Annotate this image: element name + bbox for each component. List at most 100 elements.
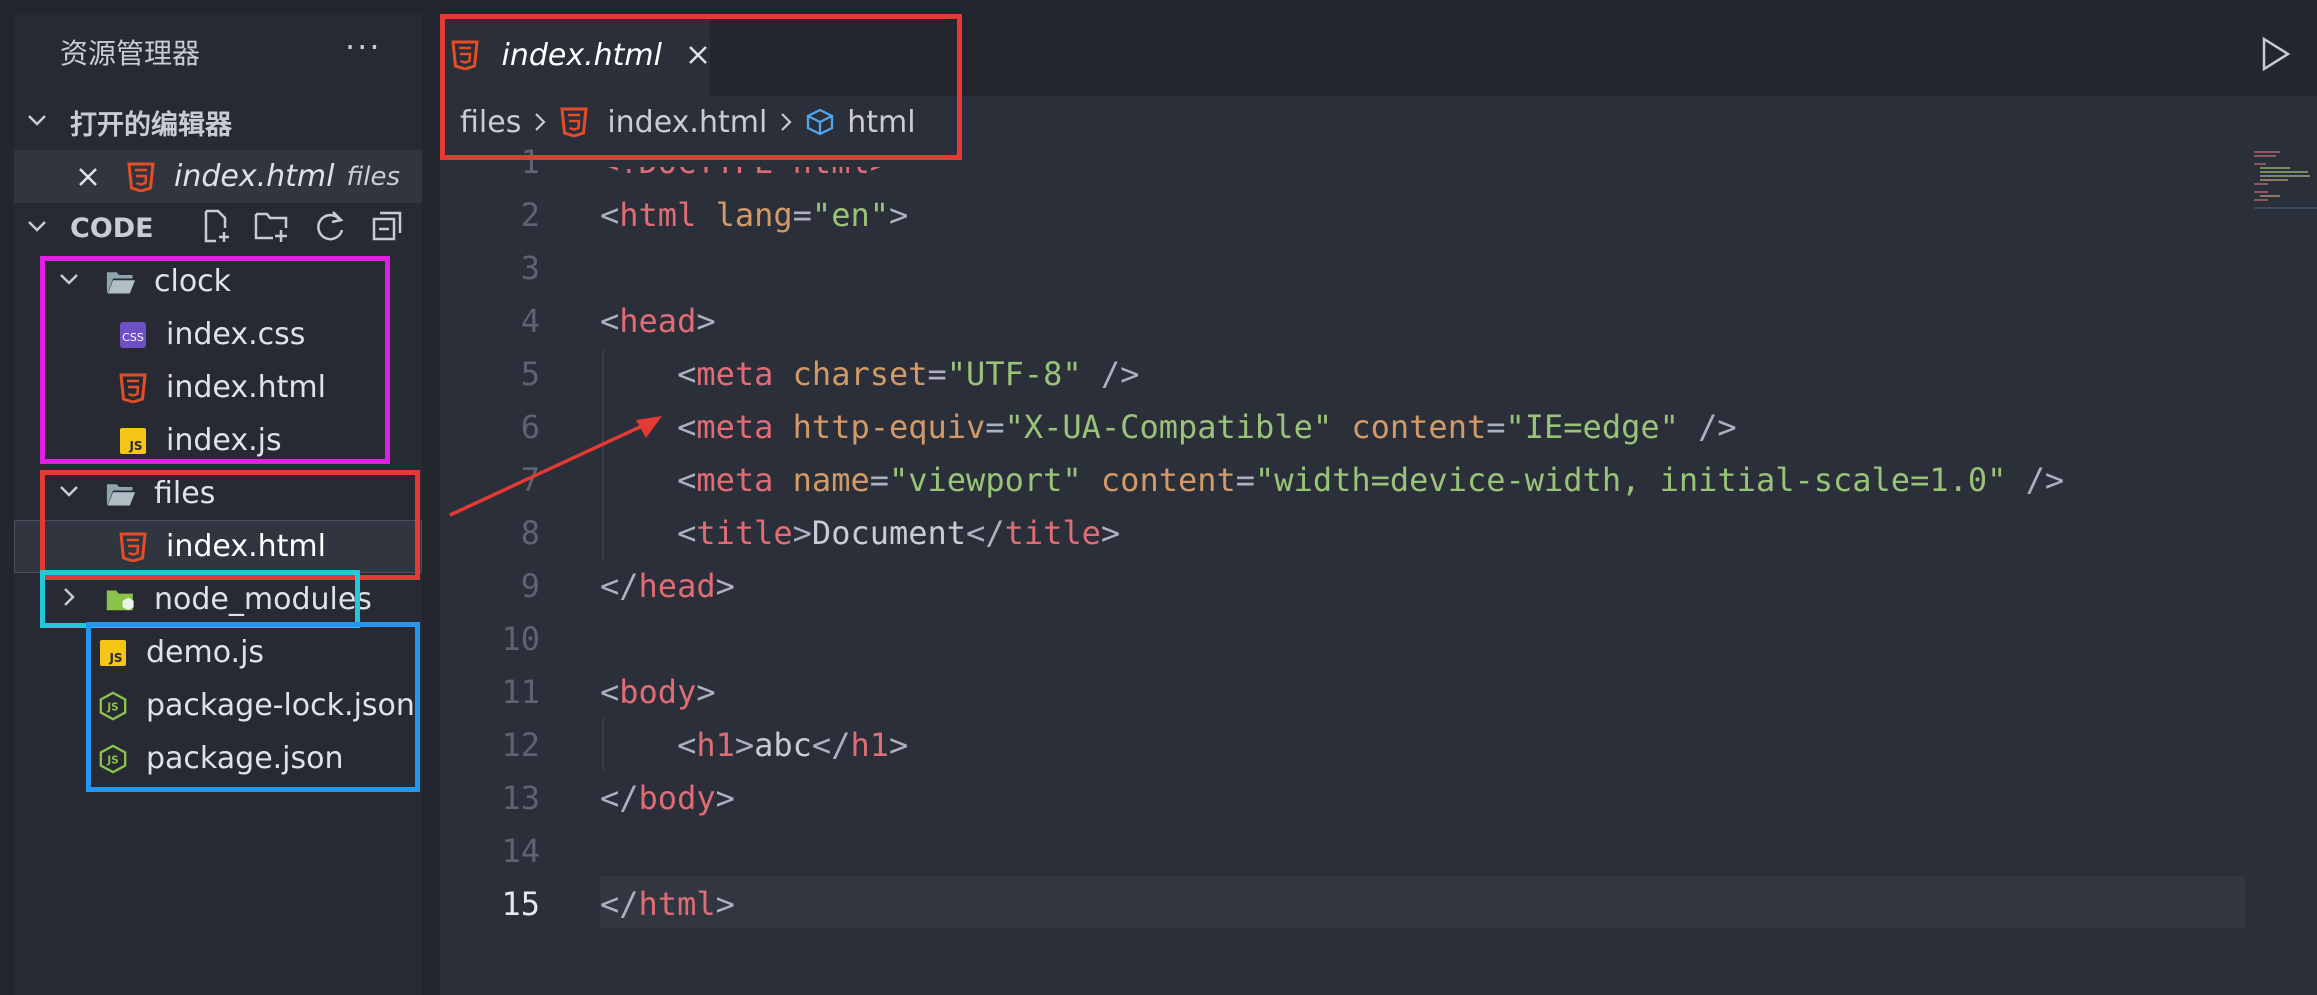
attr-name: lang: [715, 196, 793, 234]
close-icon[interactable]: [686, 43, 710, 67]
tree-label: index.html: [166, 370, 326, 405]
tree-file-index-css[interactable]: CSS index.css: [14, 308, 422, 361]
refresh-icon[interactable]: [310, 206, 350, 246]
code-line-9: </head>: [600, 567, 735, 605]
tag-name: title: [1004, 514, 1101, 552]
js-file-icon: JS: [98, 638, 128, 668]
code-line-11: <body>: [600, 673, 716, 711]
tag-name: body: [638, 779, 716, 817]
tab-label: index.html: [501, 37, 662, 73]
tree-file-index-html-selected[interactable]: index.html: [14, 520, 422, 573]
html5-icon: [118, 373, 148, 403]
open-editors-label: 打开的编辑器: [70, 110, 232, 141]
chevron-right-icon: [54, 585, 84, 615]
html5-icon: [118, 532, 148, 562]
tag-name: meta: [696, 461, 774, 499]
json-node-icon: JS: [98, 744, 128, 774]
tree-file-package-lock-json[interactable]: JS package-lock.json: [14, 679, 422, 732]
breadcrumb: files index.html html: [440, 96, 2317, 148]
tag-name: h1: [850, 726, 889, 764]
open-editors-header[interactable]: 打开的编辑器: [14, 96, 422, 149]
new-file-icon[interactable]: [196, 206, 236, 246]
tag-name: html: [619, 196, 697, 234]
collapse-all-icon[interactable]: [367, 206, 407, 246]
tag-name: head: [638, 567, 716, 605]
tree-label: node_modules: [154, 582, 372, 617]
tab-index-html[interactable]: index.html: [440, 14, 710, 96]
tree-label: index.css: [166, 317, 306, 352]
code-line-13: </body>: [600, 779, 735, 817]
tree-label: package-lock.json: [146, 688, 415, 723]
tree-folder-files[interactable]: files: [14, 467, 422, 520]
svg-text:JS: JS: [106, 754, 118, 766]
close-icon[interactable]: [76, 165, 106, 189]
attr-value: "UTF-8": [946, 355, 1082, 393]
code-line-5: <meta charset="UTF-8" />: [677, 355, 1140, 393]
open-editor-item[interactable]: index.html files: [14, 150, 422, 203]
cube-symbol-icon: [805, 107, 835, 137]
minimap[interactable]: [2250, 148, 2317, 238]
svg-text:JS: JS: [106, 701, 118, 713]
more-actions-button[interactable]: ···: [345, 28, 382, 66]
text-content: abc: [754, 726, 812, 764]
line-number: 9: [520, 567, 540, 605]
attr-name: content: [1100, 461, 1236, 499]
code-line-4: <head>: [600, 302, 716, 340]
tree-folder-node-modules[interactable]: node_modules: [14, 573, 422, 626]
json-node-icon: JS: [98, 691, 128, 721]
breadcrumb-symbol[interactable]: html: [847, 105, 915, 140]
annotation-arrow: [449, 416, 662, 517]
tree-label: package.json: [146, 741, 344, 776]
explorer-title: 资源管理器: [60, 37, 201, 70]
line-number: 4: [520, 302, 540, 340]
open-editor-folder: files: [346, 161, 401, 192]
folder-open-icon: [106, 479, 136, 509]
node-folder-icon: [106, 585, 136, 615]
chevron-down-icon: [54, 267, 84, 297]
tag-name: meta: [696, 408, 774, 446]
line-number-current: 15: [501, 885, 540, 923]
new-folder-icon[interactable]: [252, 206, 292, 246]
line-number: 2: [520, 196, 540, 234]
chevron-right-icon: [531, 110, 549, 134]
attr-value: "width=device-width, initial-scale=1.0": [1255, 461, 2007, 499]
chevron-right-icon: [777, 110, 795, 134]
tree-file-index-html[interactable]: index.html: [14, 361, 422, 414]
code-line-6: <meta http-equiv="X-UA-Compatible" conte…: [677, 408, 1737, 446]
attr-value: "X-UA-Compatible": [1004, 408, 1333, 446]
tree-file-demo-js[interactable]: JS demo.js: [14, 626, 422, 679]
run-button[interactable]: [2258, 36, 2292, 76]
tag-name: html: [638, 885, 716, 923]
code-line-2: <html lang="en">: [600, 196, 909, 234]
line-number: 10: [501, 620, 540, 658]
tree-folder-clock[interactable]: clock: [14, 255, 422, 308]
breadcrumb-folder[interactable]: files: [460, 105, 521, 140]
text-content: Document: [811, 514, 967, 552]
open-editor-name: index.html: [174, 159, 335, 194]
line-number: 5: [520, 355, 540, 393]
attr-name: content: [1351, 408, 1487, 446]
css-file-icon: CSS: [118, 320, 148, 350]
tag-name: meta: [696, 355, 774, 393]
html5-icon: [126, 162, 156, 192]
svg-text:JS: JS: [128, 439, 142, 453]
js-file-icon: JS: [118, 426, 148, 456]
tree-file-package-json[interactable]: JS package.json: [14, 732, 422, 785]
tree-file-index-js[interactable]: JS index.js: [14, 414, 422, 467]
current-line-highlight: [600, 876, 2245, 928]
html5-icon: [559, 107, 589, 137]
chevron-down-icon: [22, 108, 52, 138]
svg-text:JS: JS: [108, 651, 122, 665]
tree-label: files: [154, 476, 216, 511]
tag-name: h1: [696, 726, 735, 764]
tag-name: body: [619, 673, 697, 711]
breadcrumb-file[interactable]: index.html: [607, 105, 767, 140]
attr-value: "IE=edge": [1505, 408, 1679, 446]
tree-label: clock: [154, 264, 232, 299]
chevron-down-icon: [54, 479, 84, 509]
tree-label: index.js: [166, 423, 282, 458]
workspace-label: CODE: [70, 213, 154, 244]
attr-value: "en": [811, 196, 889, 234]
tree-label: index.html: [166, 529, 326, 564]
line-number: 13: [501, 779, 540, 817]
